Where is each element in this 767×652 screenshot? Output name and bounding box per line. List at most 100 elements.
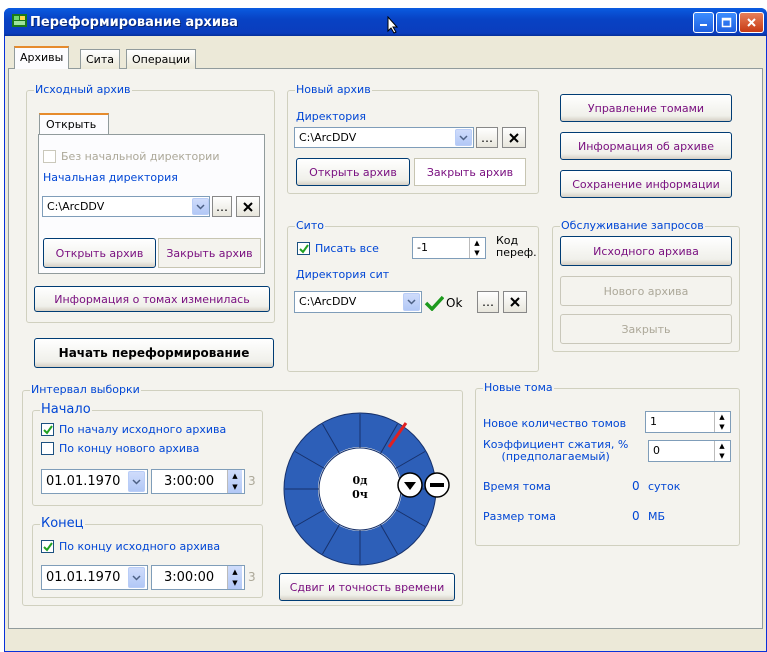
checkmark-icon (424, 295, 444, 311)
volume-count-label: Новое количество томов (483, 417, 627, 430)
new-archive-label: Новый архив (295, 83, 372, 96)
close-icon (243, 201, 253, 212)
spin-up-icon[interactable]: ▲ (470, 238, 484, 248)
manage-volumes-button[interactable]: Управление томами (560, 94, 732, 122)
volume-size-unit: МБ (648, 510, 666, 523)
spin-down-icon[interactable]: ▼ (470, 248, 484, 258)
spin-up-icon[interactable]: ▲ (715, 412, 729, 422)
chevron-down-icon (459, 134, 468, 141)
save-info-button[interactable]: Сохранение информации (560, 170, 732, 198)
volume-time-unit: суток (648, 480, 681, 493)
archive-info-button[interactable]: Информация об архиве (560, 132, 732, 160)
interval-start-label: Начало (40, 402, 92, 417)
sieve-ok-label: Ok (446, 295, 463, 310)
compression-ratio-label: Коэффициент сжатия, % (предполагаемый) (483, 438, 629, 463)
start-dir-clear-button[interactable] (236, 196, 260, 217)
source-open-archive-button[interactable]: Открыть архив (43, 238, 156, 268)
requests-new-button[interactable]: Нового архива (560, 276, 732, 306)
no-start-dir-checkbox[interactable] (43, 150, 56, 163)
chevron-down-icon (407, 299, 416, 305)
by-source-start-label: По началу исходного архива (59, 423, 227, 436)
spin-up-icon[interactable]: ▲ (715, 441, 729, 451)
spin-down-icon[interactable]: ▼ (715, 451, 729, 461)
chevron-down-icon (132, 574, 141, 581)
time-shift-button[interactable]: Сдвиг и точность времени (279, 573, 455, 601)
close-icon (509, 132, 519, 143)
compression-ratio-spinner[interactable]: ▲ ▼ (714, 441, 729, 461)
app-icon (12, 14, 27, 27)
sieve-ok-button[interactable]: Ok (424, 292, 474, 313)
requests-label: Обслуживание запросов (560, 219, 705, 232)
spin-down-icon[interactable]: ▼ (715, 422, 729, 432)
dial-minus-button[interactable] (424, 472, 450, 498)
by-source-end-label: По концу исходного архива (59, 540, 221, 553)
code-spinner[interactable]: ▲ ▼ (469, 238, 484, 258)
check-icon (42, 424, 53, 435)
requests-source-button[interactable]: Исходного архива (560, 236, 732, 266)
mouse-cursor-icon (387, 16, 399, 34)
sieve-dir-dropdown[interactable] (403, 293, 420, 311)
volumes-info-changed-button[interactable]: Информация о томах изменилась (34, 286, 270, 312)
tab-archives[interactable]: Архивы (14, 46, 70, 69)
end-date-dropdown[interactable] (128, 567, 145, 588)
start-dir-browse-button[interactable]: … (212, 196, 232, 217)
new-close-archive-button[interactable]: Закрыть архив (414, 158, 526, 186)
volume-time-label: Время тома (483, 480, 551, 493)
check-icon (42, 541, 53, 552)
dial-decrease-button[interactable] (397, 472, 423, 498)
requests-close-button[interactable]: Закрыть (560, 314, 732, 344)
source-close-archive-button[interactable]: Закрыть архив (158, 238, 261, 268)
start-time-suffix: 3 (248, 474, 256, 488)
sieve-dir-clear-button[interactable] (503, 291, 527, 313)
volume-size-value: 0 (632, 509, 640, 523)
new-dir-clear-button[interactable] (502, 127, 526, 148)
new-open-archive-button[interactable]: Открыть архив (296, 158, 410, 186)
new-dir-browse-button[interactable]: … (476, 127, 498, 148)
start-dir-dropdown[interactable] (192, 198, 209, 215)
write-all-checkbox[interactable] (297, 242, 310, 255)
close-window-button[interactable] (739, 12, 764, 33)
time-dial[interactable]: 0д 0ч (282, 412, 460, 566)
start-dir-label: Начальная директория (43, 171, 178, 184)
sieve-dir-label: Директория сит (296, 268, 390, 281)
spin-up-icon[interactable]: ▲ (228, 566, 242, 578)
spin-down-icon[interactable]: ▼ (228, 578, 242, 590)
sieve-label: Сито (295, 219, 325, 232)
chevron-down-icon (132, 478, 141, 485)
end-time-spinner[interactable]: ▲ ▼ (227, 566, 242, 589)
spin-up-icon[interactable]: ▲ (228, 470, 242, 482)
by-new-end-checkbox[interactable] (41, 442, 54, 455)
minus-icon (430, 483, 444, 487)
maximize-button[interactable] (716, 12, 737, 33)
source-archive-label: Исходный архив (34, 83, 132, 96)
by-source-start-checkbox[interactable] (41, 423, 54, 436)
new-dir-input[interactable]: C:\ArcDDV (294, 127, 474, 148)
start-reformat-button[interactable]: Начать переформирование (34, 338, 274, 368)
window-title: Переформирование архива (30, 15, 238, 30)
start-dir-input[interactable]: C:\ArcDDV (42, 196, 210, 217)
source-open-tab[interactable]: Открыть (39, 113, 109, 135)
minimize-icon (700, 24, 707, 26)
new-dir-dropdown[interactable] (455, 129, 472, 146)
sieve-dir-browse-button[interactable]: … (477, 291, 499, 313)
close-icon (747, 18, 756, 27)
tab-sieves[interactable]: Сита (80, 49, 120, 69)
new-volumes-label: Новые тома (483, 381, 554, 394)
volume-count-spinner[interactable]: ▲ ▼ (714, 412, 729, 432)
start-time-spinner[interactable]: ▲ ▼ (227, 470, 242, 493)
by-source-end-checkbox[interactable] (41, 540, 54, 553)
maximize-icon (721, 17, 732, 28)
start-date-dropdown[interactable] (128, 471, 145, 492)
interval-label: Интервал выборки (30, 383, 141, 396)
dial-days: 0д (353, 474, 368, 487)
write-all-label: Писать все (315, 242, 379, 255)
code-label: Код переф. (496, 234, 537, 259)
tab-operations[interactable]: Операции (126, 49, 197, 69)
dial-hours: 0ч (352, 488, 368, 501)
minimize-button[interactable] (693, 12, 714, 33)
end-time-suffix: 3 (248, 570, 256, 584)
interval-end-label: Конец (40, 516, 85, 531)
spin-down-icon[interactable]: ▼ (228, 482, 242, 494)
ellipsis-icon: … (482, 295, 494, 309)
chevron-down-icon (196, 203, 205, 210)
